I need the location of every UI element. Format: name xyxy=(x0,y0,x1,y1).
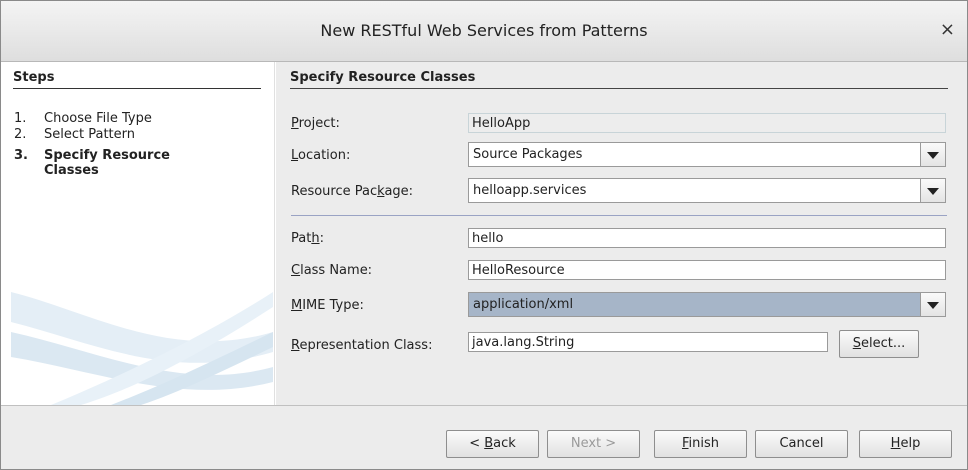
step-label: Select Pattern xyxy=(44,127,136,142)
form-panel: Specify Resource Classes Project: HelloA… xyxy=(276,62,967,405)
path-input[interactable]: hello xyxy=(468,228,946,248)
next-button[interactable]: Next > xyxy=(547,430,640,458)
back-button[interactable]: < Back xyxy=(446,430,539,458)
decorative-swoosh xyxy=(11,292,273,405)
project-label: Project: xyxy=(291,116,340,131)
step-item-1: 1. Choose File Type xyxy=(14,111,152,126)
select-button[interactable]: Select... xyxy=(839,330,919,358)
divider xyxy=(291,215,947,216)
help-button[interactable]: Help xyxy=(859,430,952,458)
chevron-down-icon[interactable] xyxy=(920,143,945,166)
mime-type-dropdown[interactable]: application/xml xyxy=(468,292,946,317)
steps-panel: Steps 1. Choose File Type 2. Select Patter… xyxy=(11,62,273,405)
path-label: Path: xyxy=(291,231,324,246)
chevron-down-icon[interactable] xyxy=(920,179,945,202)
step-item-3-current: 3. Specify Resource Classes xyxy=(14,148,170,178)
steps-heading: Steps xyxy=(13,70,261,89)
chevron-down-icon[interactable] xyxy=(920,293,945,316)
close-icon[interactable]: × xyxy=(940,19,955,40)
dialog-title: New RESTful Web Services from Patterns xyxy=(320,21,648,40)
location-label: Location: xyxy=(291,148,351,163)
step-item-2: 2. Select Pattern xyxy=(14,127,136,142)
representation-class-input[interactable]: java.lang.String xyxy=(468,332,828,352)
dialog-window: New RESTful Web Services from Patterns ×… xyxy=(0,0,968,470)
dialog-body: Steps 1. Choose File Type 2. Select Patter… xyxy=(1,62,967,405)
title-bar: New RESTful Web Services from Patterns × xyxy=(1,1,967,62)
resource-package-dropdown[interactable]: helloapp.services xyxy=(468,178,946,203)
representation-class-label: Representation Class: xyxy=(291,338,433,353)
project-field: HelloApp xyxy=(468,113,946,133)
class-name-label: Class Name: xyxy=(291,263,373,278)
resource-package-label: Resource Package: xyxy=(291,184,414,199)
class-name-input[interactable]: HelloResource xyxy=(468,260,946,280)
step-label: Specify Resource xyxy=(44,148,170,163)
mime-type-label: MIME Type: xyxy=(291,298,364,313)
location-dropdown[interactable]: Source Packages xyxy=(468,142,946,167)
section-heading: Specify Resource Classes xyxy=(290,70,948,89)
step-label: Choose File Type xyxy=(44,111,152,126)
finish-button[interactable]: Finish xyxy=(654,430,747,458)
cancel-button[interactable]: Cancel xyxy=(755,430,848,458)
step-label-cont: Classes xyxy=(44,163,99,178)
